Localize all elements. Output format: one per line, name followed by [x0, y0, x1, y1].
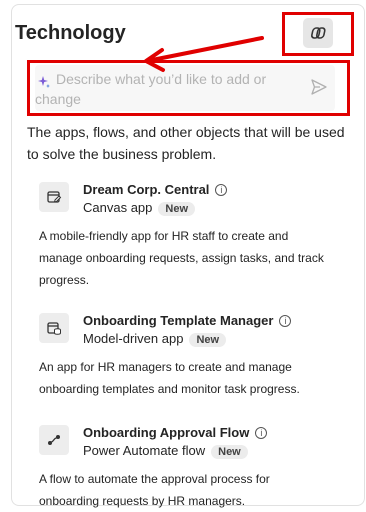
item-description: An app for HR managers to create and man…	[39, 360, 300, 396]
item-type: Canvas app New	[83, 200, 196, 216]
highlight-box-copilot	[282, 12, 354, 56]
list-item[interactable]: Onboarding Approval Flow i Power Automate…	[37, 425, 337, 508]
info-icon[interactable]: i	[215, 184, 228, 196]
highlight-box-prompt	[27, 60, 350, 116]
item-description: A mobile-friendly app for HR staff to cr…	[39, 229, 324, 287]
flow-icon	[39, 425, 69, 455]
item-name: Onboarding Template Manager i	[83, 313, 292, 328]
item-description: A flow to automate the approval process …	[39, 472, 270, 508]
panel-title: Technology	[15, 22, 126, 44]
list-item[interactable]: Dream Corp. Central i Canvas app New A mob…	[37, 182, 337, 292]
new-badge: New	[189, 333, 227, 347]
info-icon[interactable]: i	[255, 427, 268, 439]
canvas-app-icon	[39, 182, 69, 212]
new-badge: New	[211, 445, 248, 459]
item-name: Onboarding Approval Flow i	[83, 425, 268, 440]
list-item[interactable]: Onboarding Template Manager i Model-drive…	[37, 313, 337, 423]
item-type: Model-driven app New	[83, 331, 227, 347]
section-description: The apps, flows, and other objects that …	[27, 124, 345, 162]
info-icon[interactable]: i	[279, 315, 292, 327]
item-name: Dream Corp. Central i	[83, 182, 228, 197]
item-type: Power Automate flow New	[83, 443, 248, 459]
model-driven-app-icon	[39, 313, 69, 343]
new-badge: New	[158, 202, 196, 216]
